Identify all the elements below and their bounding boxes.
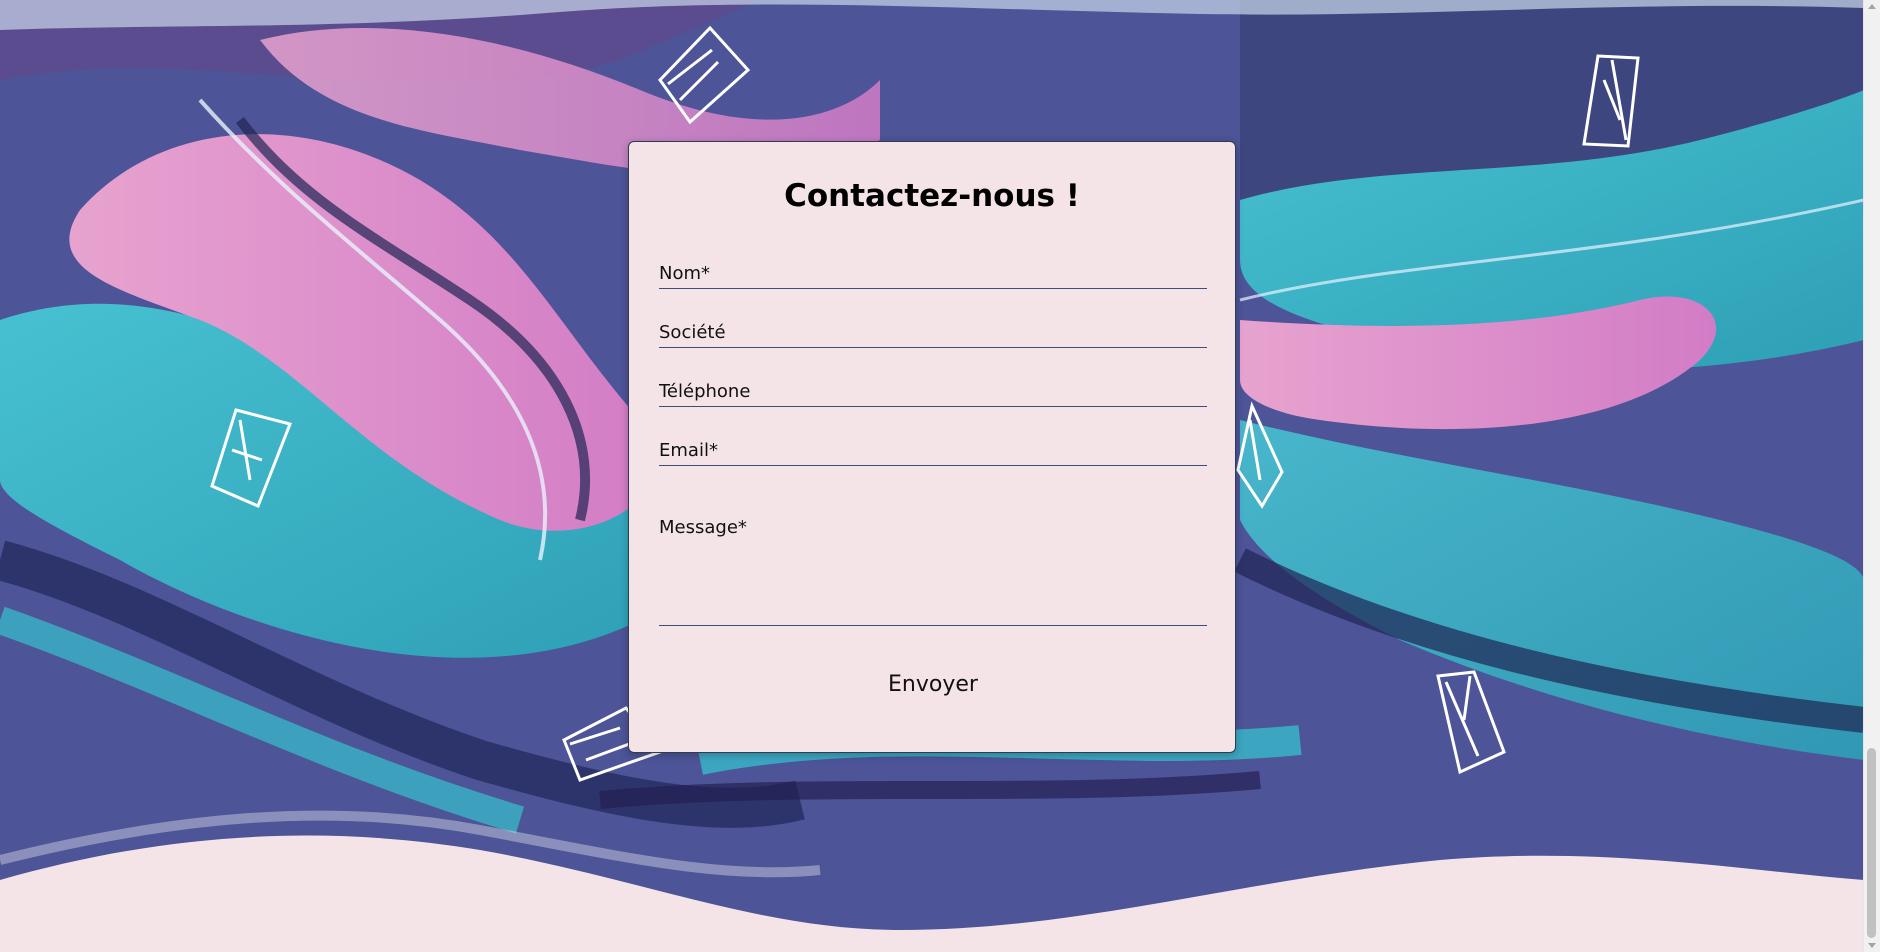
- send-button[interactable]: Envoyer: [853, 662, 1013, 706]
- scrollbar-thumb[interactable]: [1867, 748, 1876, 938]
- company-field[interactable]: [659, 318, 1207, 348]
- email-field[interactable]: [659, 436, 1207, 466]
- scroll-down-arrow-icon[interactable]: [1868, 943, 1876, 948]
- message-field[interactable]: [659, 508, 1207, 626]
- phone-field[interactable]: [659, 377, 1207, 407]
- name-field[interactable]: [659, 259, 1207, 289]
- contact-form-card: Contactez-nous ! Envoyer: [628, 141, 1236, 753]
- form-title: Contactez-nous !: [784, 178, 1080, 214]
- scroll-up-arrow-icon[interactable]: [1868, 4, 1876, 9]
- page-scrollbar[interactable]: [1863, 0, 1880, 952]
